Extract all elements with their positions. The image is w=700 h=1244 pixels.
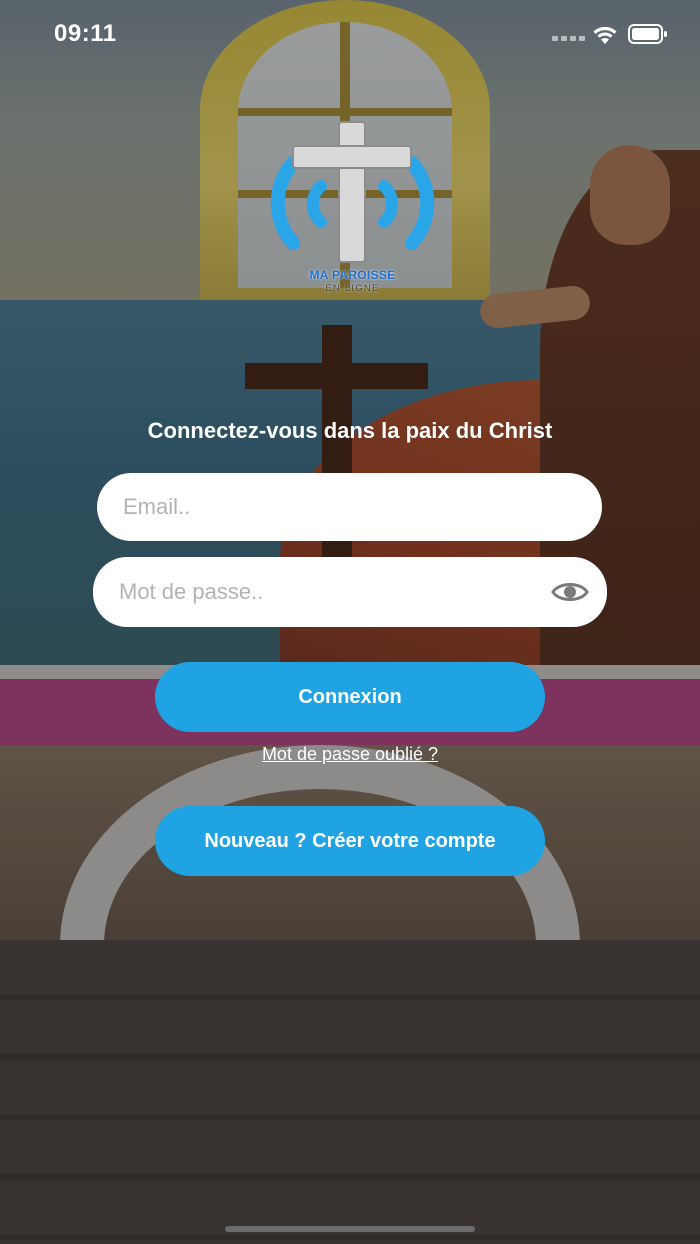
- login-button[interactable]: Connexion: [155, 662, 545, 732]
- cross-broadcast-icon: [270, 121, 435, 263]
- status-bar: 09:11: [0, 0, 700, 70]
- email-field[interactable]: [97, 473, 602, 541]
- create-account-button[interactable]: Nouveau ? Créer votre compte: [155, 806, 545, 876]
- eye-icon[interactable]: [551, 577, 589, 607]
- forgot-password-link[interactable]: Mot de passe oublié ?: [0, 744, 700, 765]
- password-input[interactable]: [93, 579, 607, 605]
- status-time: 09:11: [54, 20, 117, 47]
- email-input[interactable]: [97, 494, 602, 520]
- login-tagline: Connectez-vous dans la paix du Christ: [147, 418, 553, 443]
- logo-subtitle: EN LIGNE: [325, 283, 380, 293]
- wifi-icon: [593, 26, 617, 44]
- app-logo: MA PAROISSE EN LIGNE: [255, 118, 450, 300]
- logo-title: MA PAROISSE: [309, 268, 396, 282]
- password-field[interactable]: [93, 557, 607, 627]
- home-indicator: [225, 1226, 475, 1232]
- signal-icon: [552, 36, 585, 41]
- battery-icon: [628, 24, 667, 44]
